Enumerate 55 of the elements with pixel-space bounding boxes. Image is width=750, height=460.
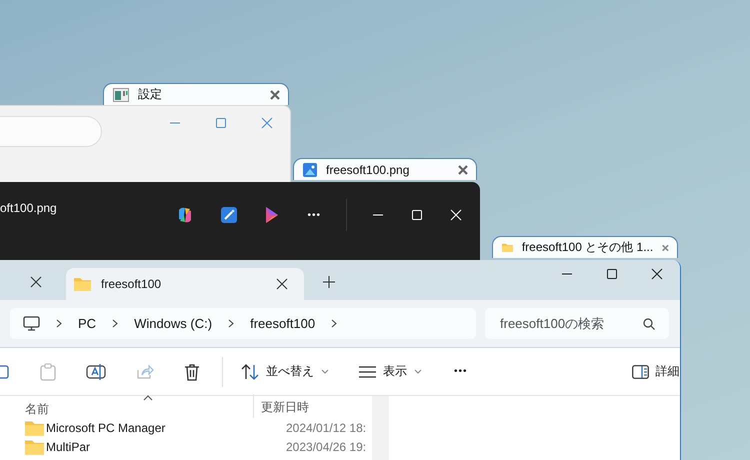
list-icon	[359, 366, 376, 378]
window-title: oft100.png	[0, 201, 57, 215]
chevron-right-icon[interactable]	[56, 319, 62, 328]
view-button[interactable]: 表示	[359, 363, 422, 380]
copy-icon[interactable]	[0, 364, 10, 380]
sort-icon	[241, 364, 259, 380]
window-tab[interactable]: 設定	[103, 83, 289, 105]
designer-icon[interactable]	[264, 206, 280, 224]
column-header[interactable]: 更新日時	[253, 394, 309, 418]
folder-tab[interactable]: freesoft100	[66, 268, 304, 300]
details-pane-button[interactable]: 詳細	[632, 363, 680, 380]
chevron-right-icon[interactable]	[331, 319, 338, 328]
search-field[interactable]	[0, 116, 102, 147]
search-icon	[643, 318, 655, 330]
folder-icon	[74, 277, 91, 291]
search-field[interactable]: freesoft100の検索	[485, 308, 669, 339]
modified-date: 2023/04/26 19:	[286, 440, 366, 454]
computer-icon	[23, 316, 40, 331]
maximize-icon[interactable]	[606, 268, 618, 280]
address-bar[interactable]: PC Windows (C:) freesoft100	[10, 308, 476, 339]
close-icon[interactable]	[30, 276, 42, 288]
window-tab-title: freesoft100 とその他 1...	[522, 239, 654, 256]
settings-app-icon	[113, 88, 129, 102]
window-tab-title: 設定	[138, 86, 163, 103]
close-icon[interactable]	[651, 268, 663, 280]
image-icon	[303, 162, 317, 176]
window-tab-title: freesoft100.png	[326, 162, 410, 176]
add-tab-icon[interactable]	[323, 276, 335, 288]
folder-icon	[25, 438, 44, 454]
breadcrumb-item[interactable]: Windows (C:)	[134, 316, 212, 331]
window-tab[interactable]: freesoft100 とその他 1...	[492, 236, 678, 258]
folder-icon	[25, 420, 44, 436]
more-options-button[interactable]: •••	[454, 366, 468, 377]
file-name[interactable]: Microsoft PC Manager	[46, 420, 286, 434]
window-tab[interactable]: freesoft100.png	[293, 158, 477, 180]
chevron-right-icon[interactable]	[112, 319, 118, 328]
breadcrumb-item[interactable]: freesoft100	[250, 316, 316, 331]
chevron-down-icon	[321, 369, 329, 374]
chevron-down-icon	[414, 369, 422, 374]
breadcrumb-item[interactable]: PC	[78, 316, 96, 331]
folder-icon	[502, 241, 513, 254]
sort-ascending-icon	[143, 395, 153, 401]
close-icon[interactable]	[276, 278, 288, 290]
chevron-right-icon[interactable]	[228, 319, 234, 328]
file-name[interactable]: MultiPar	[46, 440, 286, 454]
column-header[interactable]: 名前	[0, 401, 253, 418]
rename-icon[interactable]	[86, 362, 106, 380]
sort-button[interactable]: 並べ替え	[241, 363, 329, 380]
trash-icon[interactable]	[184, 362, 200, 380]
details-pane-icon	[632, 364, 649, 378]
scrollbar-track	[372, 396, 389, 460]
more-options-button[interactable]: •••	[307, 210, 321, 220]
edit-image-icon[interactable]	[221, 207, 238, 223]
tab-label: freesoft100	[101, 277, 162, 291]
modified-date: 2024/01/12 18:	[286, 420, 366, 434]
